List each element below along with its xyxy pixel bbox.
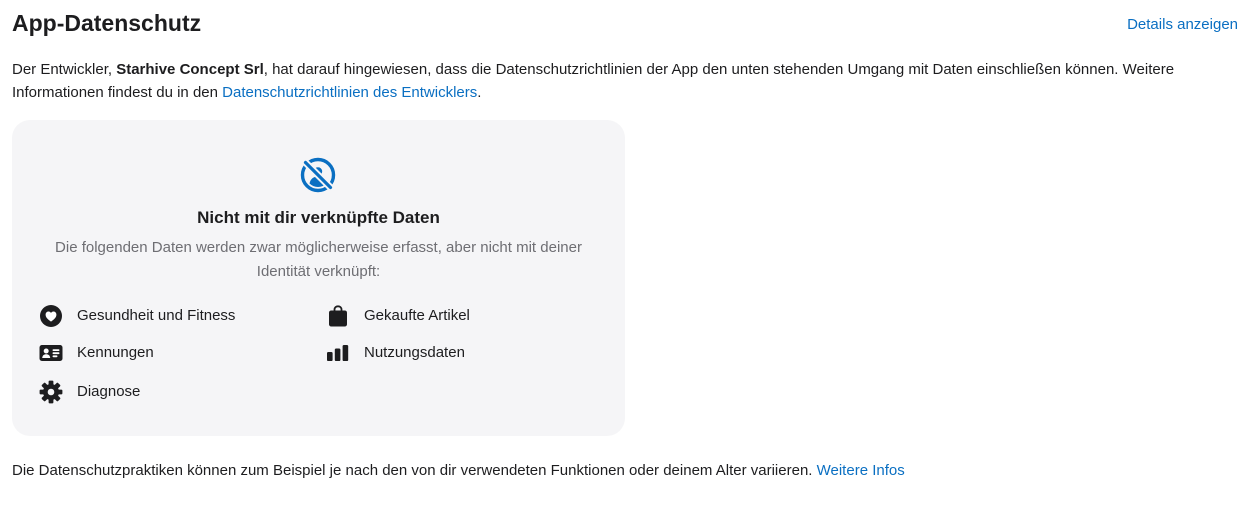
id-card-icon — [39, 341, 63, 365]
details-link[interactable]: Details anzeigen — [1127, 15, 1238, 35]
developer-privacy-policy-link[interactable]: Datenschutzrichtlinien des Entwicklers — [222, 84, 477, 101]
data-item-purchases: Gekaufte Artikel — [326, 304, 470, 328]
shopping-bag-icon — [326, 304, 350, 328]
data-item-label: Gekaufte Artikel — [364, 307, 470, 324]
data-item-label: Kennungen — [77, 344, 154, 361]
gear-icon — [39, 380, 63, 404]
card-description: Die folgenden Daten werden zwar mögliche… — [55, 239, 582, 280]
data-item-label: Diagnose — [77, 383, 141, 400]
heart-icon — [39, 304, 63, 328]
data-item-identifiers: Kennungen — [39, 341, 154, 365]
data-item-label: Gesundheit und Fitness — [77, 307, 236, 324]
section-title: App-Datenschutz — [12, 10, 202, 36]
section-header: App-Datenschutz Details anzeigen — [12, 6, 1238, 40]
bar-chart-icon — [326, 341, 350, 365]
intro-text: Der Entwickler, Starhive Concept Srl, ha… — [12, 58, 1238, 104]
not-linked-icon — [298, 155, 338, 195]
data-item-label: Nutzungsdaten — [364, 344, 465, 361]
footer-text: Die Datenschutzpraktiken können zum Beis… — [12, 462, 817, 479]
intro-text-part1: Der Entwickler, — [12, 61, 117, 78]
intro-text-part3: . — [477, 84, 482, 101]
more-info-link[interactable]: Weitere Infos — [817, 462, 905, 479]
data-item-health-fitness: Gesundheit und Fitness — [39, 304, 235, 328]
data-item-diagnostics: Diagnose — [39, 380, 140, 404]
developer-name: Starhive Concept Srl — [116, 61, 264, 78]
card-title: Nicht mit dir verknüpfte Daten — [197, 208, 440, 227]
footer-note: Die Datenschutzpraktiken können zum Beis… — [12, 460, 1238, 482]
not-linked-data-card: Nicht mit dir verknüpfte Daten Die folge… — [12, 120, 625, 436]
app-privacy-section: App-Datenschutz Details anzeigen Der Ent… — [0, 0, 1258, 507]
data-item-usage-data: Nutzungsdaten — [326, 341, 465, 365]
